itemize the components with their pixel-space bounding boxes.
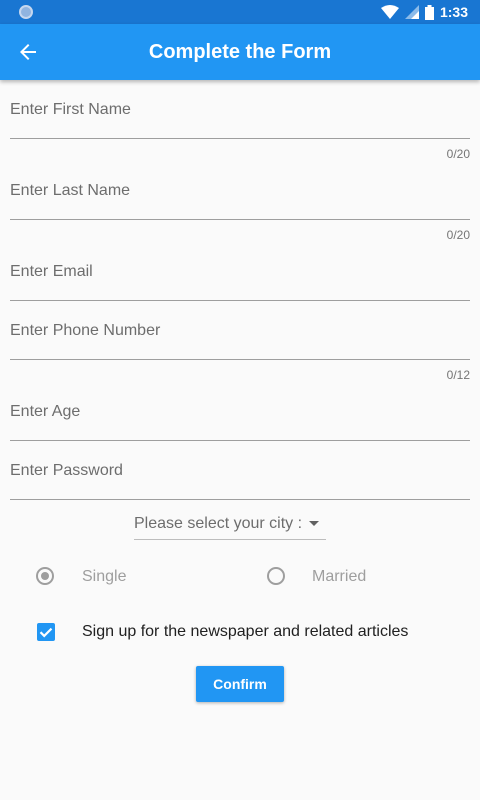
dropdown-arrow-icon <box>309 521 319 526</box>
radio-married[interactable] <box>267 567 285 585</box>
last-name-counter: 0/20 <box>446 228 470 242</box>
page-title: Complete the Form <box>148 41 332 63</box>
radio-single-label: Single <box>82 568 127 585</box>
city-dropdown[interactable]: Please select your city : <box>134 512 326 540</box>
password-underline <box>10 499 470 500</box>
phone-counter: 0/12 <box>446 368 470 382</box>
password-field[interactable]: Enter Password <box>10 457 470 503</box>
last-name-underline <box>10 219 470 220</box>
radio-single[interactable] <box>36 567 54 585</box>
age-field[interactable]: Enter Age <box>10 398 470 444</box>
email-underline <box>10 300 470 301</box>
first-name-field[interactable]: Enter First Name 0/20 <box>10 96 470 166</box>
newsletter-label: Sign up for the newspaper and related ar… <box>82 623 409 640</box>
first-name-counter: 0/20 <box>446 147 470 161</box>
signal-icon <box>404 5 419 19</box>
email-field[interactable]: Enter Email <box>10 258 470 304</box>
last-name-field[interactable]: Enter Last Name 0/20 <box>10 177 470 247</box>
newsletter-checkbox[interactable] <box>37 623 55 641</box>
city-dropdown-underline <box>134 539 326 540</box>
wifi-icon <box>380 5 399 19</box>
email-label: Enter Email <box>10 263 93 280</box>
city-dropdown-hint: Please select your city : <box>134 515 303 532</box>
first-name-underline <box>10 138 470 139</box>
phone-field[interactable]: Enter Phone Number 0/12 <box>10 317 470 387</box>
confirm-button[interactable]: Confirm <box>196 666 284 702</box>
status-icons: 1:33 <box>380 0 468 24</box>
last-name-label: Enter Last Name <box>10 182 131 199</box>
phone-label: Enter Phone Number <box>10 322 161 339</box>
radio-married-label: Married <box>312 568 367 585</box>
status-bar: 1:33 <box>0 0 480 24</box>
app-bar: Complete the Form <box>0 24 480 80</box>
first-name-label: Enter First Name <box>10 101 131 118</box>
notification-dot-icon <box>19 5 33 19</box>
age-underline <box>10 440 470 441</box>
battery-icon <box>424 4 434 20</box>
password-label: Enter Password <box>10 462 123 479</box>
age-label: Enter Age <box>10 403 81 420</box>
check-icon <box>39 627 53 638</box>
status-time: 1:33 <box>439 4 468 20</box>
phone-underline <box>10 359 470 360</box>
